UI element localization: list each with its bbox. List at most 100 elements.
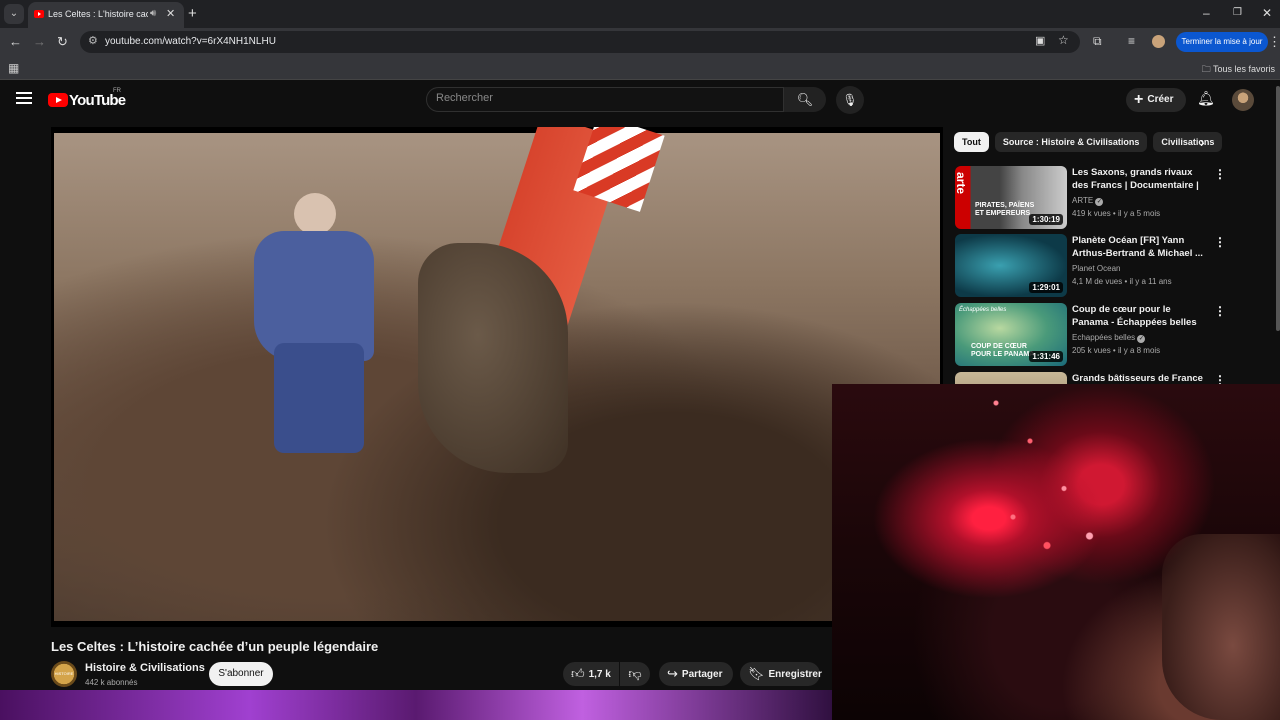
thumbs-down-icon: 👎︎ xyxy=(628,666,642,681)
forward-arrow-icon[interactable]: → xyxy=(33,34,46,49)
rec-channel: ARTE ✓ xyxy=(1072,196,1104,206)
rec-meta: 419 k vues • il y a 5 mois xyxy=(1072,209,1161,218)
like-count: 1,7 k xyxy=(588,669,611,680)
search-icon: 🔍︎ xyxy=(796,92,814,107)
rec-channel-name: ARTE xyxy=(1072,196,1094,205)
rec-channel: Echappées belles ✓ xyxy=(1072,333,1146,343)
chrome-menu-icon[interactable]: ⋮ xyxy=(1268,34,1280,50)
notifications-bell-icon[interactable]: 🔔︎ xyxy=(1197,90,1215,107)
finish-update-button[interactable]: Terminer la mise à jour xyxy=(1176,32,1268,52)
excavator-bucket xyxy=(418,243,568,473)
chip-all[interactable]: Tout xyxy=(954,132,989,152)
reading-list-icon[interactable]: ≡ xyxy=(1128,34,1135,48)
more-actions-icon[interactable]: ⋮ xyxy=(1214,304,1226,318)
string-lights xyxy=(962,384,1132,574)
search-input[interactable] xyxy=(436,92,766,104)
dislike-button[interactable]: 👎︎ xyxy=(620,662,650,686)
video-title: Les Celtes : L’histoire cachée d’un peup… xyxy=(51,639,379,654)
voice-search-button[interactable]: 🎙︎ xyxy=(836,86,864,114)
minimize-icon[interactable]: – xyxy=(1203,6,1210,20)
recommendation-item[interactable]: arte PIRATES, PAÏENS ET EMPEREURS 1:30:1… xyxy=(955,166,1226,230)
duration-badge: 1:31:46 xyxy=(1029,351,1063,362)
rec-meta: 4,1 M de vues • il y a 11 ans xyxy=(1072,277,1172,286)
url-text: youtube.com/watch?v=6rX4NH1NLHU xyxy=(105,36,276,47)
subscribe-button[interactable]: S'abonner xyxy=(209,662,273,686)
rec-channel-name: Echappées belles xyxy=(1072,333,1136,342)
site-info-icon[interactable]: ⚙ xyxy=(88,34,98,47)
like-button[interactable]: 👍︎ 1,7 k xyxy=(563,662,619,686)
channel-avatar[interactable]: HISTOIRE xyxy=(51,661,77,687)
address-bar[interactable]: ⚙ youtube.com/watch?v=6rX4NH1NLHU ▣ ☆ xyxy=(80,31,1080,53)
chevron-right-icon[interactable]: › xyxy=(1200,134,1205,150)
account-avatar[interactable] xyxy=(1232,89,1254,111)
rec-title: Coup de cœur pour le Panama - Échappées … xyxy=(1072,304,1197,328)
youtube-favicon-icon xyxy=(34,10,44,18)
close-tab-icon[interactable]: ✕ xyxy=(166,7,175,20)
youtube-logo-text: YouTube xyxy=(69,92,126,109)
thumb-brand: Échappées belles xyxy=(959,307,1007,313)
subscriber-count: 442 k abonnés xyxy=(85,678,138,687)
create-label: Créer xyxy=(1147,94,1174,105)
more-actions-icon[interactable]: ⋮ xyxy=(1214,235,1226,249)
verified-check-icon: ✓ xyxy=(1137,335,1146,343)
video-worker-figure xyxy=(254,193,384,473)
plus-icon: + xyxy=(1134,91,1144,108)
extensions-puzzle-icon[interactable]: ⧉ xyxy=(1093,34,1102,49)
new-tab-plus-icon[interactable]: + xyxy=(188,5,197,22)
audio-playing-icon[interactable]: 🔊︎ xyxy=(150,8,156,19)
browser-tab[interactable]: Les Celtes : L'histoire cachée d'un peup… xyxy=(28,2,184,28)
channel-name[interactable]: Histoire & Civilisations xyxy=(85,662,205,674)
rec-meta: 205 k vues • il y a 8 mois xyxy=(1072,346,1161,355)
restore-icon[interactable]: ❐ xyxy=(1233,7,1242,18)
microphone-icon: 🎙︎ xyxy=(842,93,858,107)
tab-title: Les Celtes : L'histoire cachée d'un peup… xyxy=(48,9,148,19)
save-button[interactable]: 🔖︎ Enregistrer xyxy=(740,662,822,686)
verified-check-icon: ✓ xyxy=(1095,198,1104,206)
create-button[interactable]: + Créer xyxy=(1126,88,1186,112)
apps-grid-icon[interactable]: ▦ xyxy=(8,61,19,75)
filter-chips: Tout Source : Histoire & Civilisations Civ… xyxy=(954,132,1224,154)
youtube-play-logo-icon xyxy=(48,93,68,107)
more-actions-icon[interactable]: ⋮ xyxy=(1214,167,1226,181)
channel-avatar-text: HISTOIRE xyxy=(54,671,74,676)
cast-icon[interactable]: ▣ xyxy=(1035,34,1045,47)
duration-badge: 1:30:19 xyxy=(1029,214,1063,225)
thumbnail: 1:29:01 xyxy=(955,234,1067,297)
search-button[interactable]: 🔍︎ xyxy=(784,87,826,112)
youtube-masthead: YouTube FR 🔍︎ 🎙︎ +Créer 🔔︎ xyxy=(0,80,1280,120)
share-button[interactable]: ↪ Partager xyxy=(659,662,733,686)
video-player[interactable] xyxy=(51,127,943,627)
browser-tab-strip: ⌄ Les Celtes : L'histoire cachée d'un pe… xyxy=(0,0,1280,28)
search-box xyxy=(426,87,784,112)
duration-badge: 1:29:01 xyxy=(1029,282,1063,293)
page-scrollbar[interactable] xyxy=(1276,86,1280,331)
rec-title: Les Saxons, grands rivaux des Francs | D… xyxy=(1072,167,1199,191)
hamburger-menu-icon[interactable] xyxy=(16,92,32,104)
rec-title: Planète Océan [FR] Yann Arthus-Bertrand … xyxy=(1072,235,1203,259)
bottom-video-strip xyxy=(0,690,832,720)
chip-civilisations[interactable]: Civilisations xyxy=(1153,132,1223,152)
thumbnail: Échappées belles COUP DE CŒUR POUR LE PA… xyxy=(955,303,1067,366)
chip-source[interactable]: Source : Histoire & Civilisations xyxy=(994,132,1148,152)
share-label: Partager xyxy=(681,669,723,680)
profile-avatar-icon[interactable] xyxy=(1152,35,1165,48)
reload-icon[interactable]: ↻ xyxy=(57,34,68,50)
save-label: Enregistrer xyxy=(768,669,822,680)
webcam-overlay xyxy=(832,384,1280,720)
country-code: FR xyxy=(113,88,121,94)
recommendation-item[interactable]: 1:29:01 Planète Océan [FR] Yann Arthus-B… xyxy=(955,234,1226,298)
all-bookmarks-folder[interactable]: 🗀︎ Tous les favoris xyxy=(1202,62,1275,78)
bookmark-star-icon[interactable]: ☆ xyxy=(1058,33,1069,47)
tab-search-chevron-icon[interactable]: ⌄ xyxy=(4,4,24,24)
thumb-brand: arte xyxy=(955,172,968,195)
webcam-person xyxy=(1162,534,1280,720)
bookmark-icon: 🔖︎ xyxy=(748,666,765,681)
all-bookmarks-label: Tous les favoris xyxy=(1212,64,1275,74)
close-window-icon[interactable]: ✕ xyxy=(1262,6,1272,20)
video-frame xyxy=(54,127,940,621)
back-arrow-icon[interactable]: ← xyxy=(9,34,22,49)
bookmarks-bar: ▦ 🗀︎ Tous les favoris xyxy=(0,56,1280,80)
recommendation-item[interactable]: Échappées belles COUP DE CŒUR POUR LE PA… xyxy=(955,303,1226,367)
rec-channel: Planet Ocean xyxy=(1072,264,1121,273)
browser-toolbar: ← → ↻ ⚙ youtube.com/watch?v=6rX4NH1NLHU … xyxy=(0,28,1280,56)
